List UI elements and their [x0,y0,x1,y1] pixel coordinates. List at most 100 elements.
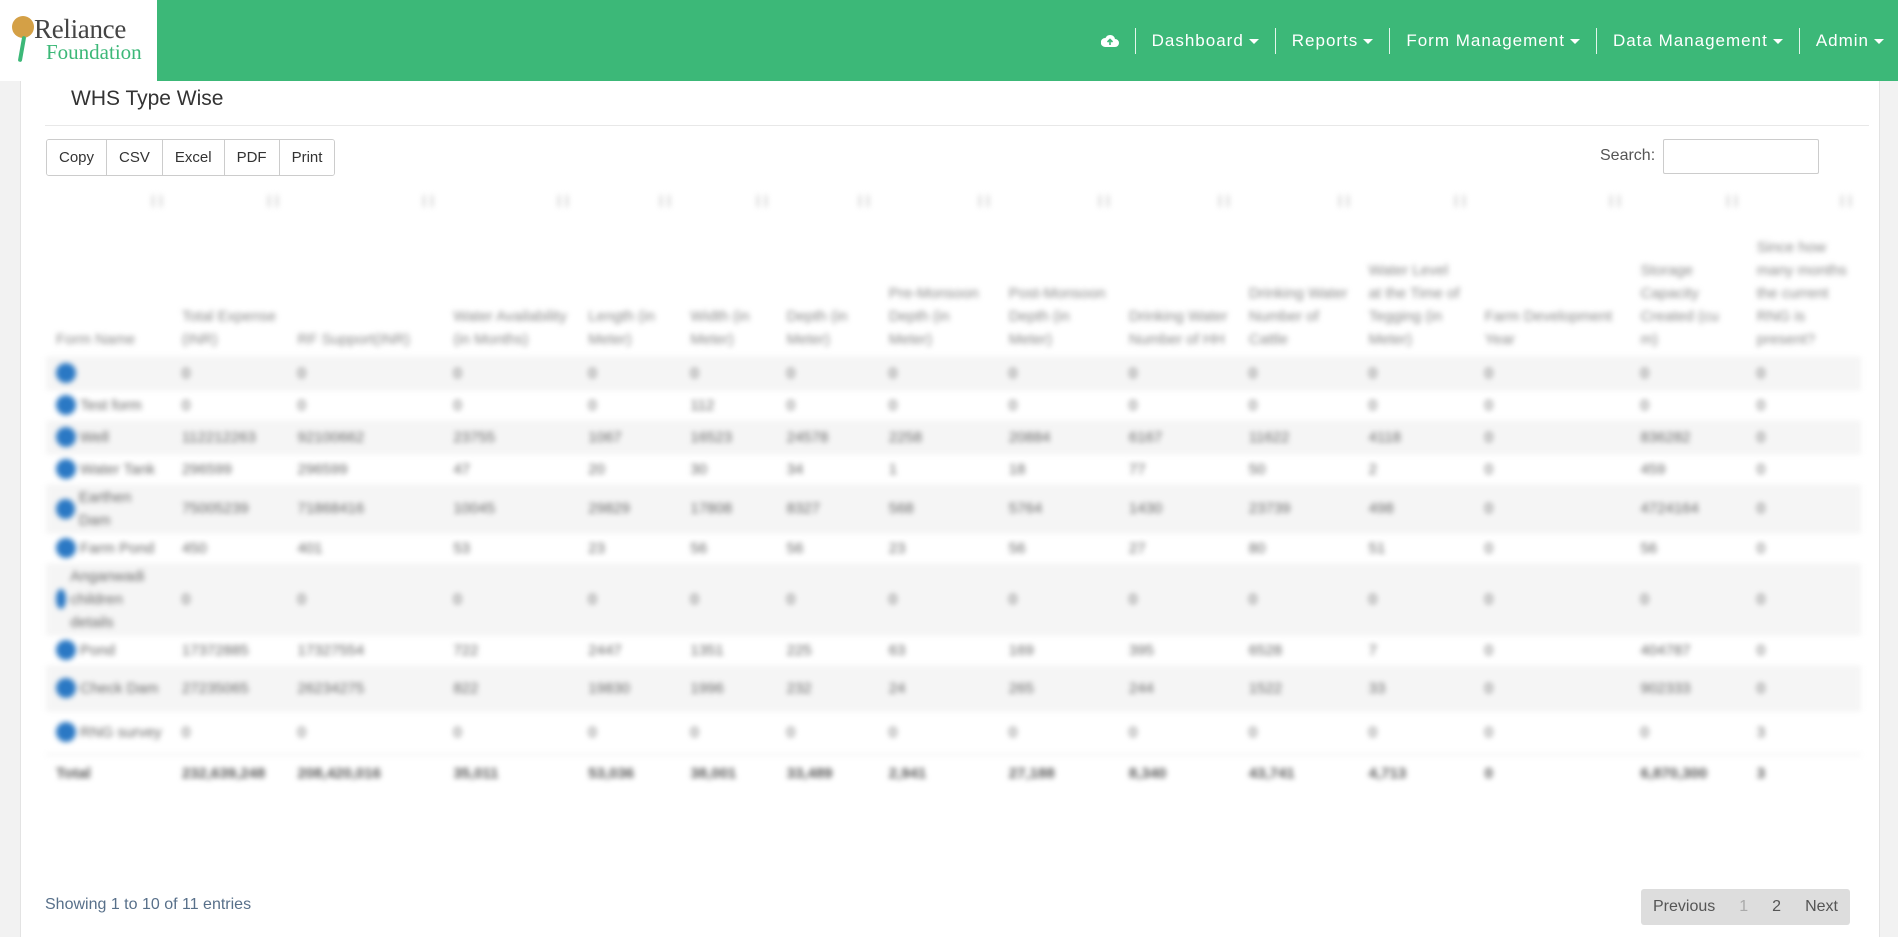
csv-button[interactable]: CSV [107,140,163,175]
table-cell: 77 [1118,452,1239,485]
table-cell: 0 [680,563,777,634]
table-row[interactable]: Water Tank 296599 296599 47 20 30 34 1 18 77 50 2 0 4… [46,452,1861,485]
sort-icon[interactable] [423,195,434,207]
column-header[interactable]: Since how many months the current RNG is… [1747,185,1861,357]
column-header[interactable]: Water Level at the Time of Tegging (in M… [1359,185,1475,357]
sort-icon[interactable] [1454,195,1465,207]
sort-icon[interactable] [558,195,569,207]
table-cell: 0 [1118,356,1239,389]
table-row[interactable]: RNG survey 0 0 0 0 0 0 0 0 0 0 0 0 0 3 [46,709,1861,754]
column-header[interactable]: Post-Monsoon Depth (in Meter) [999,185,1119,357]
expand-row-icon[interactable] [56,427,76,447]
page-2-button[interactable]: 2 [1760,898,1793,916]
expand-row-icon[interactable] [56,678,76,698]
caret-down-icon [1772,38,1783,44]
column-header[interactable]: Drinking Water Number of Cattle [1239,185,1359,357]
table-cell: 29829 [578,484,681,532]
table-cell: 0 [998,563,1119,634]
export-buttons: Copy CSV Excel PDF Print [46,139,336,176]
sort-icon[interactable] [858,195,869,207]
nav-form-management[interactable]: Form Management [1390,31,1596,51]
column-header[interactable]: Form Name [46,185,172,357]
table-cell: 0 [776,709,879,754]
table-cell: 23 [578,531,681,564]
column-header-label: Width (in Meter) [690,307,750,348]
expand-row-icon[interactable] [56,589,67,609]
nav-dashboard[interactable]: Dashboard [1136,31,1275,51]
expand-row-icon[interactable] [56,640,76,660]
logo-emblem-icon [12,16,34,38]
nav-reports[interactable]: Reports [1276,31,1390,51]
page-1-button[interactable]: 1 [1727,898,1760,916]
expand-row-icon[interactable] [56,395,76,415]
table-cell: 27235065 [171,665,288,710]
pdf-button[interactable]: PDF [224,140,280,175]
sort-icon[interactable] [756,195,767,207]
column-header-label: Storage Capacity Created (cu m) [1640,261,1719,348]
column-header[interactable]: Depth (in Meter) [777,185,879,357]
sort-icon[interactable] [1218,195,1229,207]
column-header[interactable]: Length (in Meter) [578,185,680,357]
table-row[interactable]: 00000000000000 [46,356,1861,389]
sort-icon[interactable] [1610,195,1621,207]
print-button[interactable]: Print [279,140,335,175]
column-header[interactable]: Farm Development Year [1475,185,1631,357]
column-header[interactable]: Width (in Meter) [680,185,776,357]
nav-data-management[interactable]: Data Management [1597,31,1799,51]
excel-button[interactable]: Excel [162,140,225,175]
cloud-upload-icon[interactable] [1085,24,1135,58]
table-row[interactable]: Earthen Dam 75005239 71868416 10045 29829 178… [46,484,1861,532]
logo[interactable]: Reliance Foundation [0,0,157,81]
table-cell: 6167 [1118,420,1239,453]
total-cell: 35,011 [443,753,579,793]
sort-icon[interactable] [660,195,671,207]
sort-icon[interactable] [1726,195,1737,207]
table-cell: 225 [776,633,879,666]
table-row[interactable]: Pond 17372885 17327554 722 2447 1351 225 63 169 3… [46,633,1861,666]
table-row[interactable]: Anganwadi children details 0 0 0 0 0 0 0 0 0 0 0 0 0 0 [46,563,1861,634]
nav-data-management-label: Data Management [1612,31,1768,50]
search-input[interactable] [1663,139,1819,174]
column-header-label: Farm Development Year [1484,307,1613,348]
column-header[interactable]: Total Expense (INR) [172,185,288,357]
total-cell: 38,001 [680,753,777,793]
column-header[interactable]: Water Availability (in Months) [443,185,578,357]
sort-icon[interactable] [1841,195,1851,207]
expand-row-icon[interactable] [56,498,75,519]
table-row[interactable]: Well 112212263 92100662 23755 1067 16523 24578… [46,420,1861,453]
sort-icon[interactable] [1098,195,1109,207]
column-header[interactable]: Drinking Water Number of HH [1119,185,1239,357]
table-cell: 2 [1358,452,1475,485]
copy-button[interactable]: Copy [47,140,108,175]
table-cell: 0 [998,356,1119,389]
table-cell: 459 [1630,452,1747,485]
expand-row-icon[interactable] [56,538,76,558]
expand-row-icon[interactable] [56,363,76,383]
table-cell: 0 [1746,563,1861,634]
table-cell: 0 [171,709,288,754]
sort-icon[interactable] [151,195,162,207]
next-page-button[interactable]: Next [1793,898,1850,916]
form-name-wrapper: Anganwadi children details [56,565,162,634]
sort-icon[interactable] [1338,195,1349,207]
expand-row-icon[interactable] [56,722,76,742]
column-header[interactable]: Pre-Monsoon Depth (in Meter) [879,185,999,357]
table-cell: 0 [1238,388,1359,421]
table-cell: 112212263 [171,420,288,453]
total-cell: 3 [1746,753,1861,793]
table-row[interactable]: Farm Pond 450 401 53 23 56 56 23 56 27 80 51 0 56 0 [46,531,1861,564]
sort-icon[interactable] [978,195,989,207]
column-header[interactable]: Storage Capacity Created (cu m) [1630,185,1746,357]
table-cell: 498 [1358,484,1475,532]
expand-row-icon[interactable] [56,459,76,479]
table-row[interactable]: Check Dam 27235065 26234275 822 19830 1996 232… [46,665,1861,710]
report-card: WHS Type Wise Copy CSV Excel PDF Print S… [20,81,1880,937]
form-name-wrapper: Farm Pond [56,537,162,560]
previous-page-button[interactable]: Previous [1641,898,1727,916]
column-header[interactable]: RF Support(INR) [288,185,444,357]
nav-admin[interactable]: Admin [1800,31,1884,51]
sort-icon[interactable] [267,195,278,207]
table-cell: 1067 [578,420,681,453]
table-row[interactable]: Test form 0 0 0 0 112 0 0 0 0 0 0 0 0 0 [46,388,1861,421]
table-cell: 26234275 [287,665,444,710]
